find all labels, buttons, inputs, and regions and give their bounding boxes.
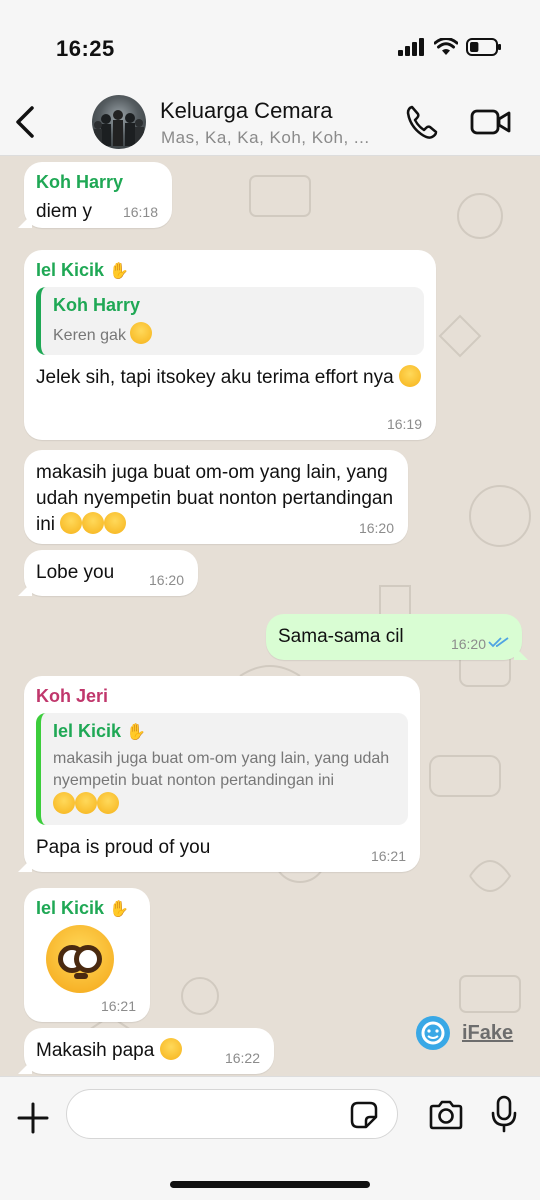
signal-icon	[398, 38, 424, 56]
status-bar: 16:25	[0, 0, 540, 88]
ifake-watermark[interactable]: iFake	[416, 1016, 513, 1050]
pleading-emoji	[97, 792, 119, 814]
quoted-text: makasih juga buat om-om yang lain, yang …	[53, 748, 396, 817]
message-bubble[interactable]: Koh Jeri Iel Kicik ✋ makasih juga buat o…	[18, 676, 420, 872]
message-input[interactable]	[66, 1089, 398, 1139]
quoted-message[interactable]: Iel Kicik ✋ makasih juga buat om-om yang…	[36, 713, 408, 825]
sender-name[interactable]: Iel Kicik ✋	[36, 260, 424, 281]
hand-emoji: ✋	[109, 263, 129, 280]
video-camera-icon[interactable]	[470, 106, 512, 138]
pleading-emoji	[82, 512, 105, 534]
camera-icon[interactable]	[428, 1099, 464, 1131]
microphone-icon[interactable]	[490, 1095, 518, 1133]
message-bubble[interactable]: Iel Kicik ✋ Koh Harry Keren gak Jelek si…	[24, 250, 436, 440]
message-time: 16:18	[122, 204, 158, 220]
quoted-text: Keren gak	[53, 322, 412, 347]
sender-name[interactable]: Koh Jeri	[36, 686, 408, 707]
message-time: 16:20	[450, 636, 486, 652]
ifake-logo-icon	[416, 1016, 450, 1050]
message-bubble[interactable]: makasih juga buat om-om yang lain, yang …	[24, 450, 408, 544]
quoted-sender: Iel Kicik ✋	[53, 721, 146, 741]
message-bubble[interactable]: Koh Harry diem y 16:18	[18, 162, 172, 228]
smile-emoji	[398, 365, 421, 387]
sender-name[interactable]: Iel Kicik ✋	[36, 898, 138, 919]
quoted-sender: Koh Harry	[53, 295, 141, 315]
message-bubble[interactable]: Iel Kicik ✋ 16:21	[24, 888, 150, 1022]
message-time: 16:20	[148, 572, 184, 588]
message-bubble[interactable]: Lobe you 16:20	[18, 550, 198, 596]
smirk-emoji	[130, 322, 153, 344]
message-time: 16:21	[100, 998, 136, 1014]
flushed-face-emoji	[46, 925, 114, 993]
message-time: 16:20	[358, 520, 394, 536]
message-bubble[interactable]: Makasih papa 16:22	[18, 1028, 274, 1074]
composer-bar	[0, 1076, 540, 1200]
plus-icon[interactable]	[16, 1101, 50, 1135]
read-receipt-icon	[488, 637, 509, 648]
message-text: Papa is proud of you	[36, 837, 211, 858]
pleading-emoji	[60, 512, 83, 534]
chevron-left-icon[interactable]	[10, 102, 42, 142]
kissing-emoji	[159, 1038, 182, 1060]
sender-name[interactable]: Koh Harry	[36, 172, 160, 193]
phone-icon[interactable]	[404, 104, 440, 140]
message-time: 16:21	[370, 848, 406, 864]
status-icons	[398, 38, 502, 56]
home-indicator	[170, 1181, 370, 1188]
chat-messages[interactable]: Koh Harry diem y 16:18 Iel Kicik ✋ Koh H…	[0, 156, 540, 1076]
hand-emoji: ✋	[126, 724, 146, 741]
pleading-emoji	[104, 512, 127, 534]
status-time: 16:25	[56, 36, 115, 61]
pleading-emoji	[75, 792, 97, 814]
message-time: 16:19	[386, 416, 422, 432]
chat-participants[interactable]: Mas, Ka, Ka, Koh, Koh, ...	[161, 128, 370, 148]
hand-emoji: ✋	[109, 901, 129, 918]
group-avatar[interactable]	[92, 95, 146, 149]
message-text: Jelek sih, tapi itsokey aku terima effor…	[36, 365, 424, 391]
message-time: 16:22	[224, 1050, 260, 1066]
pleading-emoji	[53, 792, 75, 814]
quoted-message[interactable]: Koh Harry Keren gak	[36, 287, 424, 355]
chat-header: Keluarga Cemara Mas, Ka, Ka, Koh, Koh, .…	[0, 88, 540, 156]
sticker-icon[interactable]	[350, 1101, 378, 1129]
battery-icon	[466, 38, 501, 56]
message-bubble-outgoing[interactable]: Sama-sama cil 16:20	[266, 614, 528, 660]
ifake-text[interactable]: iFake	[462, 1022, 513, 1045]
chat-title[interactable]: Keluarga Cemara	[160, 98, 332, 124]
message-text: makasih juga buat om-om yang lain, yang …	[36, 462, 394, 535]
wifi-icon	[434, 38, 458, 55]
